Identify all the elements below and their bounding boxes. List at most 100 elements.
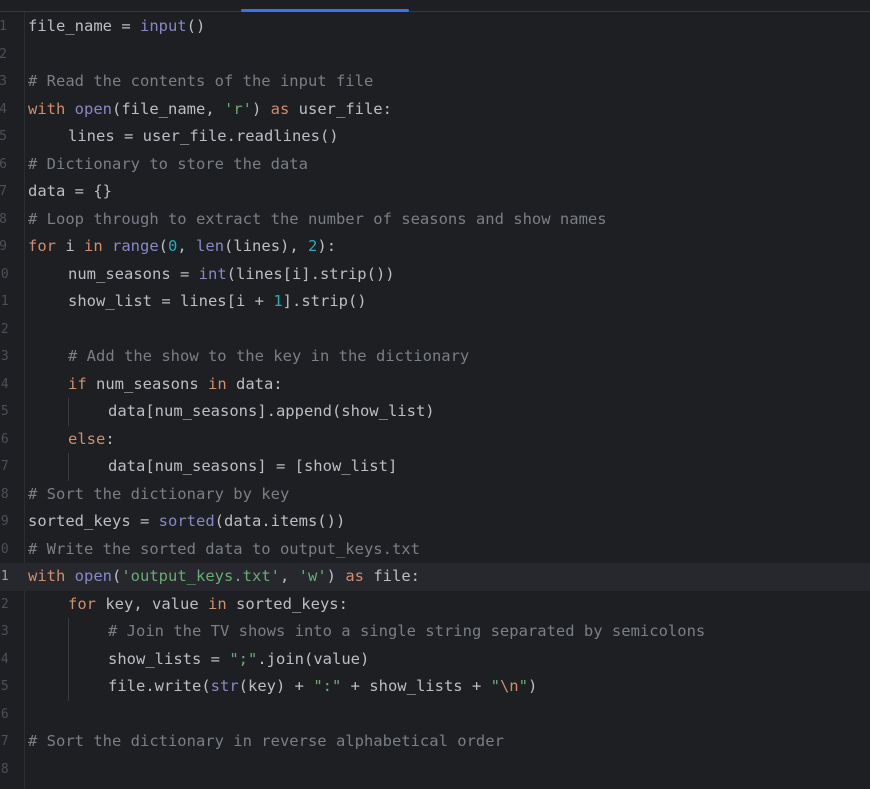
code-token-kw: with: [28, 567, 75, 585]
code-line[interactable]: 20 # Write the sorted data to output_keys…: [0, 536, 870, 564]
code-line[interactable]: 26: [0, 701, 870, 729]
code-token-plain: ): [527, 677, 538, 695]
line-code: # Add the show to the key in the diction…: [68, 343, 469, 371]
code-line[interactable]: 7 data = {}: [0, 178, 870, 206]
code-token-plain: (: [112, 567, 122, 585]
line-number: 6: [0, 156, 7, 172]
code-line[interactable]: 1 file_name = input(): [0, 13, 870, 41]
code-line[interactable]: 25 file.write(str(key) + ":" + show_lists…: [0, 673, 870, 701]
code-token-plain: + show_lists +: [341, 677, 491, 695]
code-line[interactable]: 24 show_lists = ";".join(value): [0, 645, 870, 674]
line-number: 17: [0, 459, 9, 474]
code-line[interactable]: 16 else:: [0, 426, 870, 454]
code-line[interactable]: 28: [0, 756, 870, 784]
line-number: 23: [0, 624, 9, 639]
code-line[interactable]: 10 num_seasons = int(lines[i].strip()): [0, 261, 870, 289]
code-lines[interactable]: 1 file_name = input () 2 3 # Read the content…: [0, 13, 870, 783]
code-line[interactable]: 2: [0, 41, 870, 69]
code-line[interactable]: 21 with open('output_keys.txt', 'w') as f…: [0, 563, 870, 591]
code-token-plain: user_file:: [298, 99, 392, 118]
code-line[interactable]: 3 # Read the contents of the input file: [0, 68, 870, 96]
line-number: 24: [0, 651, 9, 667]
indent-guide: [68, 398, 69, 426]
code-line[interactable]: 18 # Sort the dictionary by key: [0, 481, 870, 509]
line-code: for i in range(0, len(lines), 2):: [28, 233, 336, 261]
code-line[interactable]: 17 data[num_seasons] = [show_list]: [0, 453, 870, 481]
line-code: lines = user_file.readlines(): [68, 123, 339, 151]
code-line[interactable]: 14 if num_seasons in data:: [0, 371, 870, 399]
code-line[interactable]: 27 # Sort the dictionary in reverse alpha…: [0, 728, 870, 756]
line-code: # Sort the dictionary in reverse alphabe…: [28, 728, 504, 756]
code-token-plain: data = {}: [28, 182, 112, 200]
code-token-comment: # Dictionary to store the data: [28, 154, 308, 173]
code-token-plain: key, value: [105, 594, 208, 613]
code-token-builtin: str: [210, 677, 239, 695]
line-code: for key, value in sorted_keys:: [68, 591, 348, 619]
code-line[interactable]: 9 for i in range(0, len(lines), 2):: [0, 233, 870, 261]
line-number: 13: [0, 349, 9, 364]
code-token-builtin: range: [112, 237, 159, 255]
code-token-plain: (lines),: [224, 237, 309, 255]
line-number: 28: [0, 761, 9, 777]
code-line[interactable]: 6 # Dictionary to store the data: [0, 151, 870, 179]
line-number: 16: [0, 431, 9, 447]
line-code: with open(file_name, 'r') as user_file:: [28, 96, 392, 124]
line-number: 22: [0, 596, 9, 612]
code-line[interactable]: 13 # Add the show to the key in the dicti…: [0, 343, 870, 371]
code-line[interactable]: 19 sorted_keys = sorted(data.items()): [0, 508, 870, 536]
indent-guide: [68, 673, 69, 701]
indent-guide: [68, 618, 69, 646]
code-token-plain: (: [158, 237, 169, 255]
line-code: # Write the sorted data to output_keys.t…: [28, 536, 420, 564]
code-token-builtin: int: [198, 264, 227, 283]
code-token-plain: data[num_seasons] = [show_list]: [108, 457, 398, 475]
code-line[interactable]: 23 # Join the TV shows into a single stri…: [0, 618, 870, 646]
code-token-plain: show_lists =: [108, 649, 230, 668]
code-token-plain: (key) +: [238, 677, 314, 695]
active-tab-indicator: [241, 9, 409, 12]
code-token-comment: # Sort the dictionary in reverse alphabe…: [28, 732, 504, 750]
code-line[interactable]: 11 show_list = lines[i + 1].strip(): [0, 288, 870, 316]
code-token-plain: ,: [177, 237, 197, 255]
code-token-builtin: open: [74, 567, 112, 585]
code-token-kw: for: [28, 237, 66, 255]
code-token-kw: in: [207, 374, 236, 393]
line-number: 11: [0, 294, 9, 309]
line-number: 1: [0, 19, 7, 34]
line-number: 12: [0, 321, 9, 337]
code-token-kw: as: [270, 99, 299, 118]
line-number: 2: [0, 46, 7, 62]
line-number: 19: [0, 514, 9, 529]
code-token-str: ": [518, 677, 528, 695]
code-token-kw: for: [68, 594, 106, 613]
line-number: 9: [0, 239, 7, 254]
code-token-plain: file_name =: [28, 17, 140, 35]
line-number: 10: [0, 266, 9, 282]
code-line[interactable]: 4 with open(file_name, 'r') as user_file:: [0, 96, 870, 124]
code-token-str: ": [490, 677, 500, 695]
code-line[interactable]: 12: [0, 316, 870, 344]
line-number: 4: [0, 101, 7, 117]
code-line[interactable]: 15 data[num_seasons].append(show_list): [0, 398, 870, 426]
code-line[interactable]: 22 for key, value in sorted_keys:: [0, 591, 870, 619]
line-code: with open('output_keys.txt', 'w') as fil…: [28, 563, 420, 591]
code-token-plain: num_seasons: [96, 374, 208, 393]
code-editor[interactable]: 1 file_name = input () 2 3 # Read the content…: [0, 0, 870, 789]
code-line[interactable]: 8 # Loop through to extract the number of…: [0, 206, 870, 234]
line-number: 3: [0, 74, 7, 89]
code-token-kw: if: [68, 374, 96, 393]
line-code: num_seasons = int(lines[i].strip()): [68, 261, 395, 289]
code-token-plain: sorted_keys =: [28, 512, 159, 530]
code-token-comment: # Add the show to the key in the diction…: [68, 347, 470, 365]
line-number: 20: [0, 541, 9, 557]
code-token-builtin: input: [139, 17, 187, 35]
code-token-plain: show_list = lines[i +: [68, 292, 274, 310]
code-token-plain: (file_name,: [112, 99, 224, 118]
code-token-plain: data:: [235, 374, 283, 393]
line-code: sorted_keys = sorted(data.items()): [28, 508, 345, 536]
code-token-comment: # Write the sorted data to output_keys.t…: [28, 539, 420, 558]
code-line[interactable]: 5 lines = user_file.readlines(): [0, 123, 870, 151]
line-code: show_lists = ";".join(value): [108, 646, 369, 674]
code-token-str: 'r': [223, 99, 252, 118]
line-number: 7: [0, 184, 7, 199]
